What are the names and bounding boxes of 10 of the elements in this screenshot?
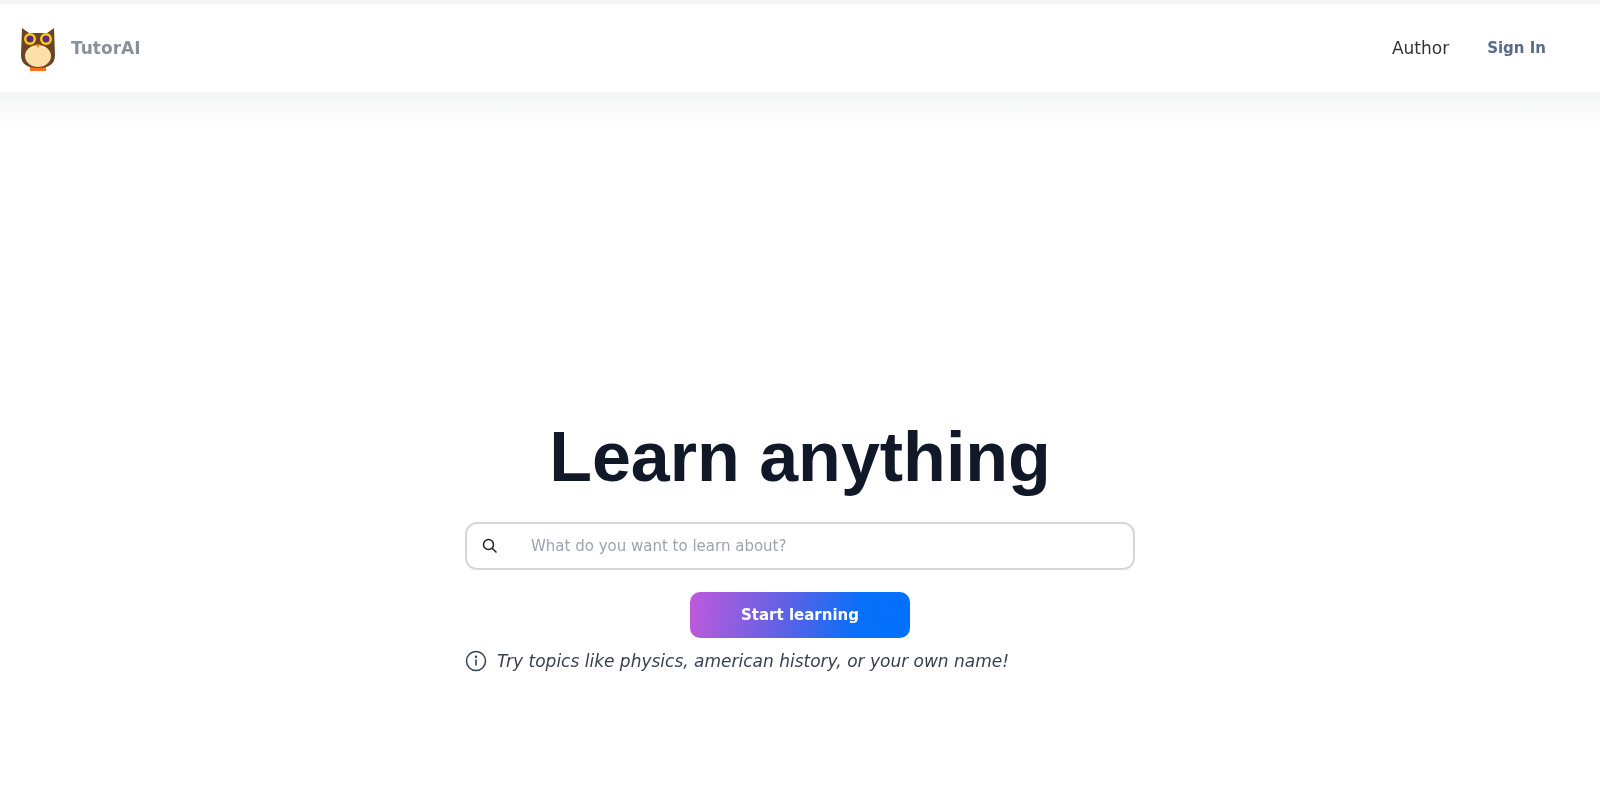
owl-icon bbox=[19, 25, 57, 71]
search-field[interactable]: What do you want to learn about? bbox=[465, 522, 1135, 570]
search-icon bbox=[482, 538, 498, 554]
nav-link[interactable]: Author bbox=[1391, 38, 1450, 58]
nav-link[interactable]: Sign In bbox=[1487, 39, 1546, 57]
info-icon bbox=[465, 650, 487, 672]
brand-link[interactable]: TutorAI bbox=[71, 38, 141, 58]
start-learning-button[interactable]: Start learning bbox=[690, 592, 910, 638]
hint-text: Try topics like physics, american history, or your own name! bbox=[497, 651, 1010, 671]
hero-title: Learn anything bbox=[549, 417, 1051, 498]
